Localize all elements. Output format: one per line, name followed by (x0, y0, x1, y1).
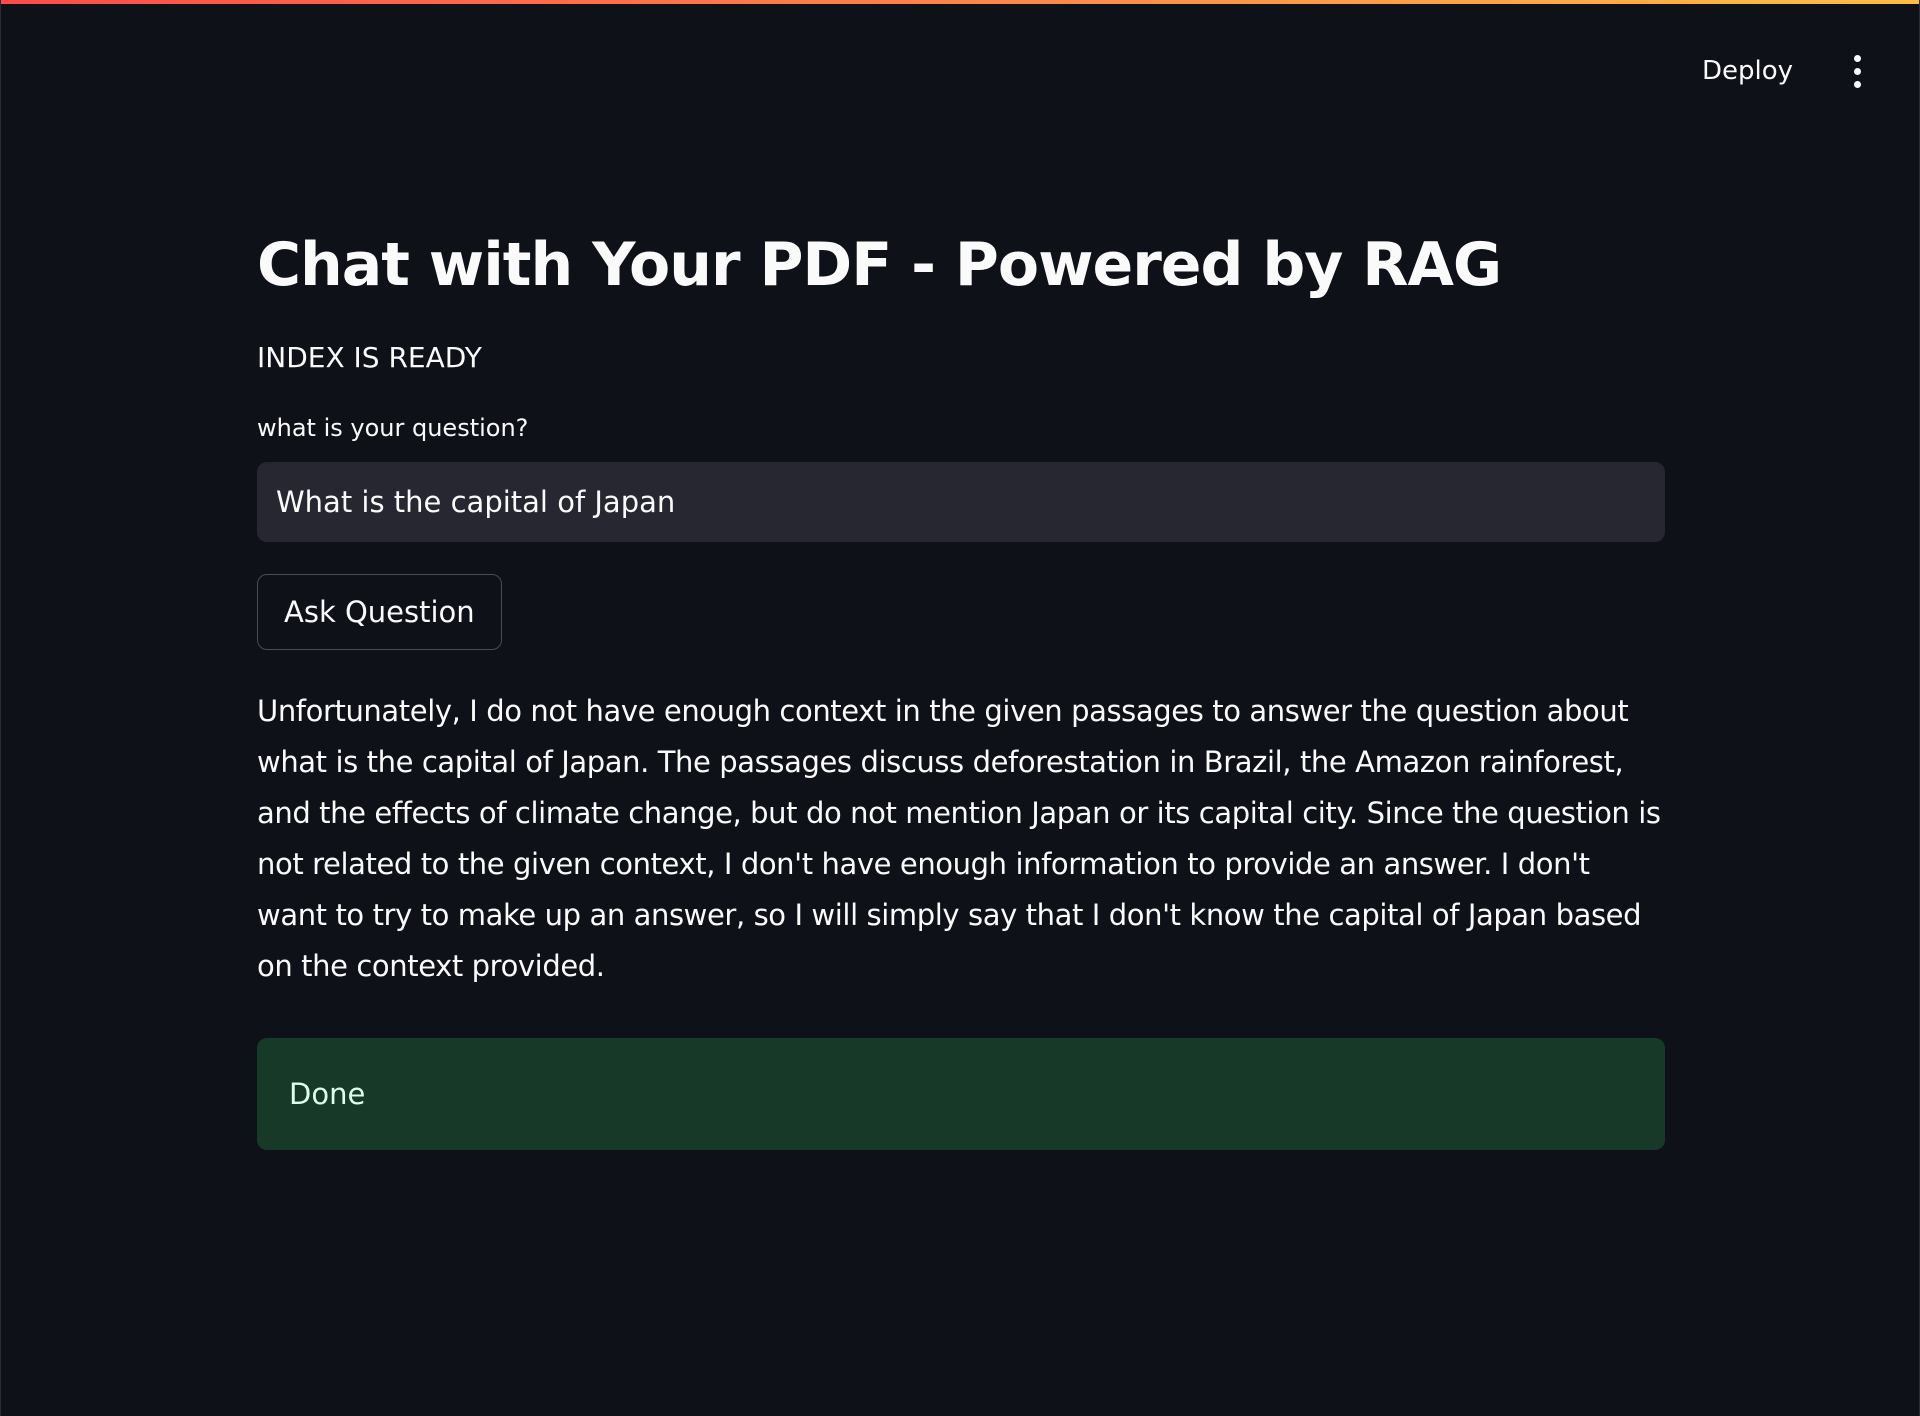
deploy-button[interactable]: Deploy (1694, 48, 1801, 94)
index-status-text: INDEX IS READY (257, 341, 482, 374)
question-input[interactable] (257, 462, 1665, 542)
answer-text: Unfortunately, I do not have enough cont… (257, 694, 1661, 983)
top-decoration-bar (1, 0, 1919, 4)
page-title: Chat with Your PDF - Powered by RAG (257, 230, 1502, 300)
question-label: what is your question? (257, 414, 529, 442)
header-toolbar: Deploy (1694, 48, 1873, 94)
success-message: Done (289, 1077, 366, 1111)
app-window: Deploy Chat with Your PDF - Powered by R… (0, 0, 1920, 1416)
main-menu-button[interactable] (1841, 51, 1873, 91)
vertical-ellipsis-icon (1853, 80, 1861, 88)
success-alert: Done (257, 1038, 1665, 1150)
ask-question-button[interactable]: Ask Question (257, 574, 502, 650)
main-content: Chat with Your PDF - Powered by RAG INDE… (257, 220, 1665, 1150)
vertical-ellipsis-icon (1853, 54, 1861, 62)
vertical-ellipsis-icon (1853, 67, 1861, 75)
